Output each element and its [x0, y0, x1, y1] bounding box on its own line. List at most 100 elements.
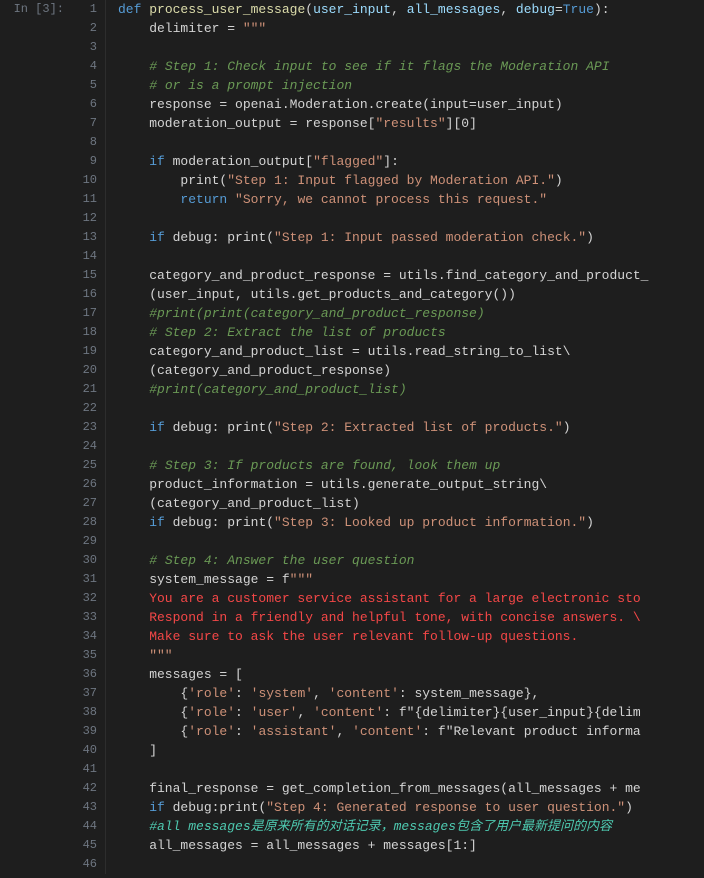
comment-token: # Step 1: Check input to see if it flags… — [149, 59, 609, 74]
default-text-token — [118, 515, 149, 530]
str-token: "Step 4: Generated response to user ques… — [266, 800, 625, 815]
default-text-token: all_messages = all_messages + messages[1… — [118, 838, 477, 853]
default-text-token: { — [118, 724, 188, 739]
code-line — [106, 38, 704, 57]
str-token: 'system' — [251, 686, 313, 701]
default-text-token: { — [118, 705, 188, 720]
comment-token: # Step 3: If products are found, look th… — [149, 458, 500, 473]
default-text-token: debug:print( — [173, 800, 267, 815]
kw-token: if — [149, 230, 172, 245]
red-text-token: Make sure to ask the user relevant follo… — [118, 629, 578, 644]
default-text-token: moderation_output = response[ — [118, 116, 375, 131]
line-number: 29 — [70, 532, 105, 551]
code-line: print("Step 1: Input flagged by Moderati… — [106, 171, 704, 190]
code-line: # Step 3: If products are found, look th… — [106, 456, 704, 475]
line-number: 42 — [70, 779, 105, 798]
default-text-token: ] — [118, 743, 157, 758]
code-content[interactable]: def process_user_message(user_input, all… — [106, 0, 704, 874]
code-line: def process_user_message(user_input, all… — [106, 0, 704, 19]
str-token: 'content' — [329, 686, 399, 701]
comment-token: # Step 2: Extract the list of products — [149, 325, 445, 340]
code-line: Respond in a friendly and helpful tone, … — [106, 608, 704, 627]
code-line: system_message = f""" — [106, 570, 704, 589]
code-line: category_and_product_list = utils.read_s… — [106, 342, 704, 361]
default-text-token: { — [118, 686, 188, 701]
line-number: 36 — [70, 665, 105, 684]
line-number: 33 — [70, 608, 105, 627]
default-text-token: : — [235, 686, 251, 701]
code-line — [106, 437, 704, 456]
default-text-token — [118, 78, 149, 93]
code-line — [106, 399, 704, 418]
line-number: 39 — [70, 722, 105, 741]
default-text-token: : — [235, 724, 251, 739]
str-token: """ — [243, 21, 266, 36]
code-line — [106, 247, 704, 266]
line-number: 25 — [70, 456, 105, 475]
kw-token: if — [149, 515, 172, 530]
default-text-token: , — [313, 686, 329, 701]
default-text-token: (user_input, utils.get_products_and_cate… — [118, 287, 516, 302]
code-line: #all messages是原来所有的对话记录，messages包含了用户最新提… — [106, 817, 704, 836]
default-text-token: ( — [305, 2, 313, 17]
default-text-token: print( — [118, 173, 227, 188]
comment-token: #print(category_and_product_list) — [118, 382, 407, 397]
code-line — [106, 209, 704, 228]
str-token: "results" — [375, 116, 445, 131]
str-token: """ — [118, 648, 173, 663]
kw-token: if — [149, 800, 172, 815]
cyan-comment-token: #all messages是原来所有的对话记录，messages包含了用户最新提… — [118, 819, 612, 834]
code-line: product_information = utils.generate_out… — [106, 475, 704, 494]
str-token: 'assistant' — [251, 724, 337, 739]
code-line: You are a customer service assistant for… — [106, 589, 704, 608]
code-line: {'role': 'user', 'content': f"{delimiter… — [106, 703, 704, 722]
str-token: "Sorry, we cannot process this request." — [235, 192, 547, 207]
default-text-token — [118, 154, 149, 169]
default-text-token: system_message = f — [118, 572, 290, 587]
code-line — [106, 855, 704, 874]
line-number: 41 — [70, 760, 105, 779]
code-line: final_response = get_completion_from_mes… — [106, 779, 704, 798]
code-line: (category_and_product_list) — [106, 494, 704, 513]
default-text-token: = — [555, 2, 563, 17]
default-text-token: ) — [586, 515, 594, 530]
line-numbers: 1234567891011121314151617181920212223242… — [70, 0, 106, 874]
str-token: 'role' — [188, 705, 235, 720]
default-text-token: moderation_output[ — [173, 154, 313, 169]
line-number: 40 — [70, 741, 105, 760]
line-number: 12 — [70, 209, 105, 228]
code-line: category_and_product_response = utils.fi… — [106, 266, 704, 285]
default-text-token — [118, 420, 149, 435]
default-text-token: delimiter = — [118, 21, 243, 36]
str-token: 'user' — [251, 705, 298, 720]
line-number: 7 — [70, 114, 105, 133]
default-text-token: debug: print( — [173, 230, 274, 245]
red-text-token: You are a customer service assistant for… — [118, 591, 641, 606]
code-line: messages = [ — [106, 665, 704, 684]
line-number: 35 — [70, 646, 105, 665]
line-number: 8 — [70, 133, 105, 152]
code-line: # Step 2: Extract the list of products — [106, 323, 704, 342]
line-number: 5 — [70, 76, 105, 95]
code-line: (user_input, utils.get_products_and_cate… — [106, 285, 704, 304]
default-text-token: : f"{delimiter}{user_input}{delim — [383, 705, 640, 720]
param-token: all_messages — [407, 2, 501, 17]
code-editor: In [3]: 12345678910111213141516171819202… — [0, 0, 704, 874]
comment-token: # or is a prompt injection — [149, 78, 352, 93]
default-text-token: ) — [563, 420, 571, 435]
line-number: 28 — [70, 513, 105, 532]
kw-token: def — [118, 2, 149, 17]
line-number: 37 — [70, 684, 105, 703]
code-line: all_messages = all_messages + messages[1… — [106, 836, 704, 855]
line-number: 1 — [70, 0, 105, 19]
line-number: 46 — [70, 855, 105, 874]
line-number: 30 — [70, 551, 105, 570]
line-number: 38 — [70, 703, 105, 722]
default-text-token: : — [235, 705, 251, 720]
default-text-token: (category_and_product_response) — [118, 363, 391, 378]
default-text-token: ) — [625, 800, 633, 815]
line-number: 45 — [70, 836, 105, 855]
default-text-token: : system_message}, — [399, 686, 539, 701]
line-number: 34 — [70, 627, 105, 646]
default-text-token: final_response = get_completion_from_mes… — [118, 781, 641, 796]
